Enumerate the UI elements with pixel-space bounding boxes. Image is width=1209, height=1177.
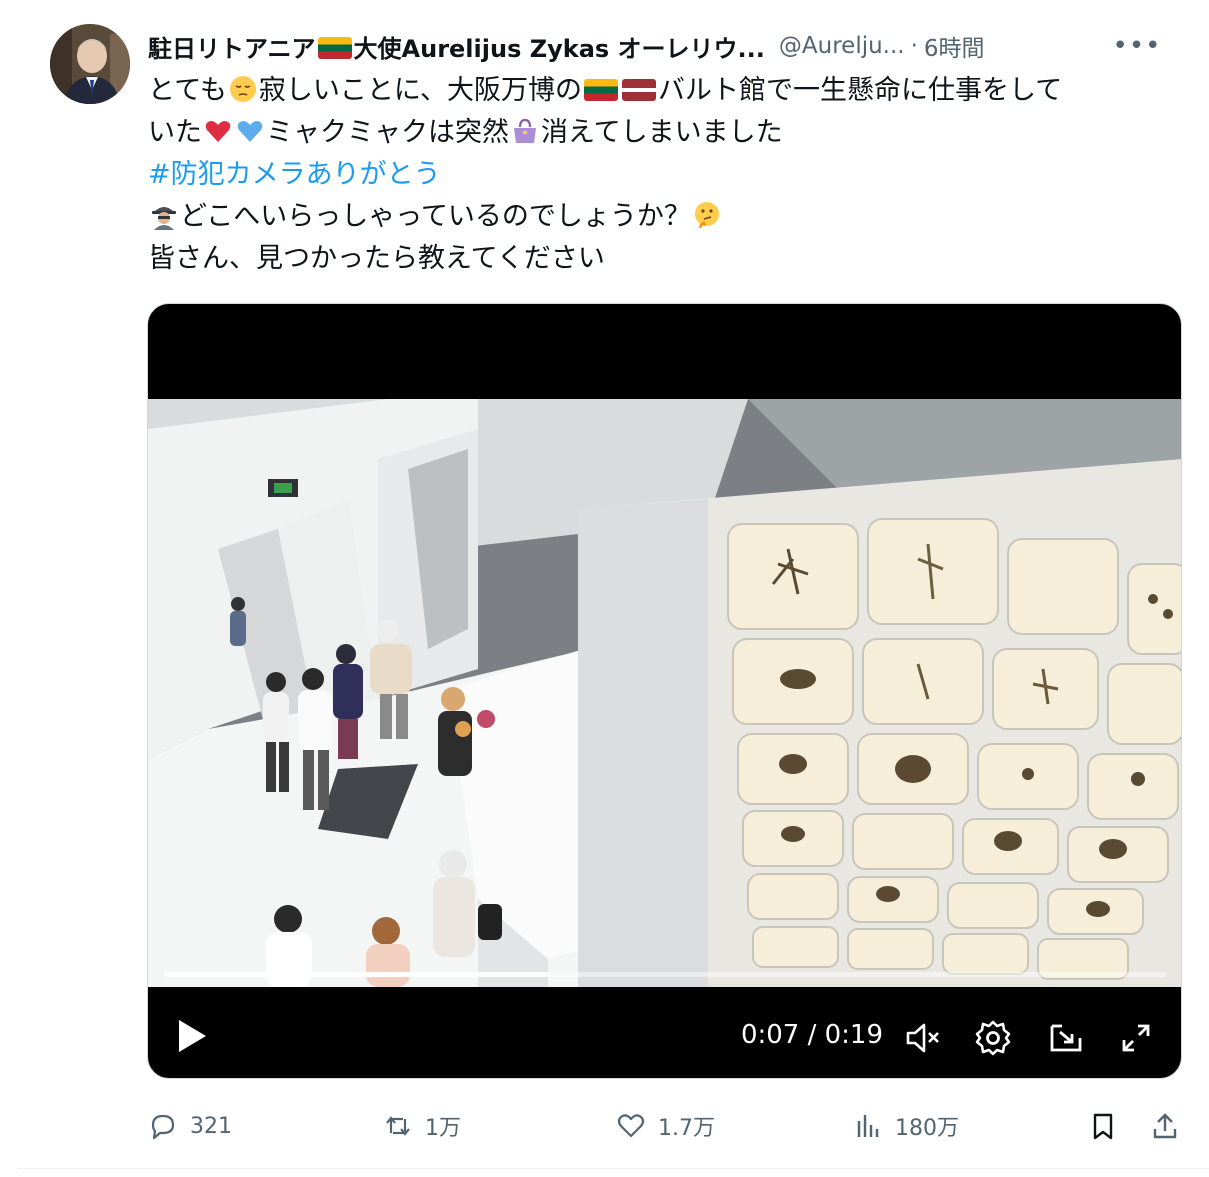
video-controls: 0:07 / 0:19: [148, 994, 1181, 1078]
lithuania-flag-icon: [584, 78, 619, 101]
reply-icon: [151, 1114, 175, 1140]
text-line-2: いた ミャクミャクは突然 消えてしまいました: [148, 117, 783, 148]
author-handle[interactable]: @Aurelju...: [779, 33, 905, 59]
red-heart-icon: [205, 120, 231, 142]
blue-heart-icon: [237, 120, 263, 142]
more-options-button[interactable]: •••: [1113, 28, 1161, 64]
play-icon[interactable]: [176, 1016, 208, 1056]
volume-muted-icon[interactable]: [902, 1018, 942, 1058]
purse-icon: [514, 118, 536, 143]
visitors: [230, 597, 502, 987]
divider: [18, 1168, 1209, 1169]
hashtag-link[interactable]: #防犯カメラありがとう: [148, 154, 1188, 196]
text-line-4: どこへいらっしゃっているのでしょうか？: [148, 196, 1188, 238]
video-progress-fill: [164, 972, 550, 977]
fullscreen-icon[interactable]: [1116, 1018, 1156, 1058]
pensive-face-icon: [229, 75, 256, 102]
lithuania-flag-icon: [317, 36, 352, 59]
thinking-face-icon: [694, 201, 719, 228]
tweet-text: とても 寂しいことに、大阪万博の バルト館で一生懸命に仕事をして いた ミャクミャクは…: [148, 70, 1188, 280]
repost-button[interactable]: 1万: [383, 1106, 461, 1146]
text-line-1: とても 寂しいことに、大阪万博の バルト館で一生懸命に仕事をして: [148, 75, 1063, 106]
avatar[interactable]: [50, 24, 130, 104]
reply-count: 321: [190, 1113, 232, 1139]
reply-button[interactable]: 321: [148, 1106, 232, 1146]
detective-icon: [152, 206, 176, 230]
tweet-actions: 321 1万 1.7万 180万: [148, 1100, 1188, 1152]
text-line-5: 皆さん、見つかったら教えてください: [148, 243, 605, 274]
gear-icon[interactable]: [973, 1018, 1013, 1058]
repost-icon: [386, 1116, 410, 1136]
separator: ·: [910, 33, 918, 59]
bookmark-button[interactable]: [1088, 1106, 1130, 1146]
tweet-header: 駐日リトアニア 大使Aurelijus Zykas オーレリウ... @Aurel…: [148, 28, 1169, 64]
share-button[interactable]: [1150, 1106, 1192, 1146]
picture-in-picture-icon[interactable]: [1046, 1018, 1086, 1058]
tweet-card[interactable]: 駐日リトアニア 大使Aurelijus Zykas オーレリウ... @Aurel…: [0, 0, 1209, 1177]
heart-icon: [617, 1114, 645, 1138]
analytics-icon: [857, 1115, 879, 1137]
like-button[interactable]: 1.7万: [616, 1106, 715, 1146]
video-player[interactable]: 0:07 / 0:19: [147, 303, 1182, 1079]
like-count: 1.7万: [658, 1116, 715, 1141]
repost-count: 1万: [425, 1116, 461, 1141]
bookmark-icon: [1093, 1113, 1113, 1140]
video-progress-bar[interactable]: [164, 972, 1166, 977]
share-icon: [1153, 1113, 1177, 1139]
video-time-readout: 0:07 / 0:19: [740, 1020, 883, 1050]
views-button[interactable]: 180万: [853, 1106, 959, 1146]
view-count: 180万: [895, 1116, 959, 1141]
video-frame[interactable]: [148, 399, 1181, 987]
timestamp[interactable]: 6時間: [924, 29, 985, 63]
author-name[interactable]: 駐日リトアニア 大使Aurelijus Zykas オーレリウ...: [148, 29, 765, 64]
latvia-flag-icon: [622, 78, 657, 101]
